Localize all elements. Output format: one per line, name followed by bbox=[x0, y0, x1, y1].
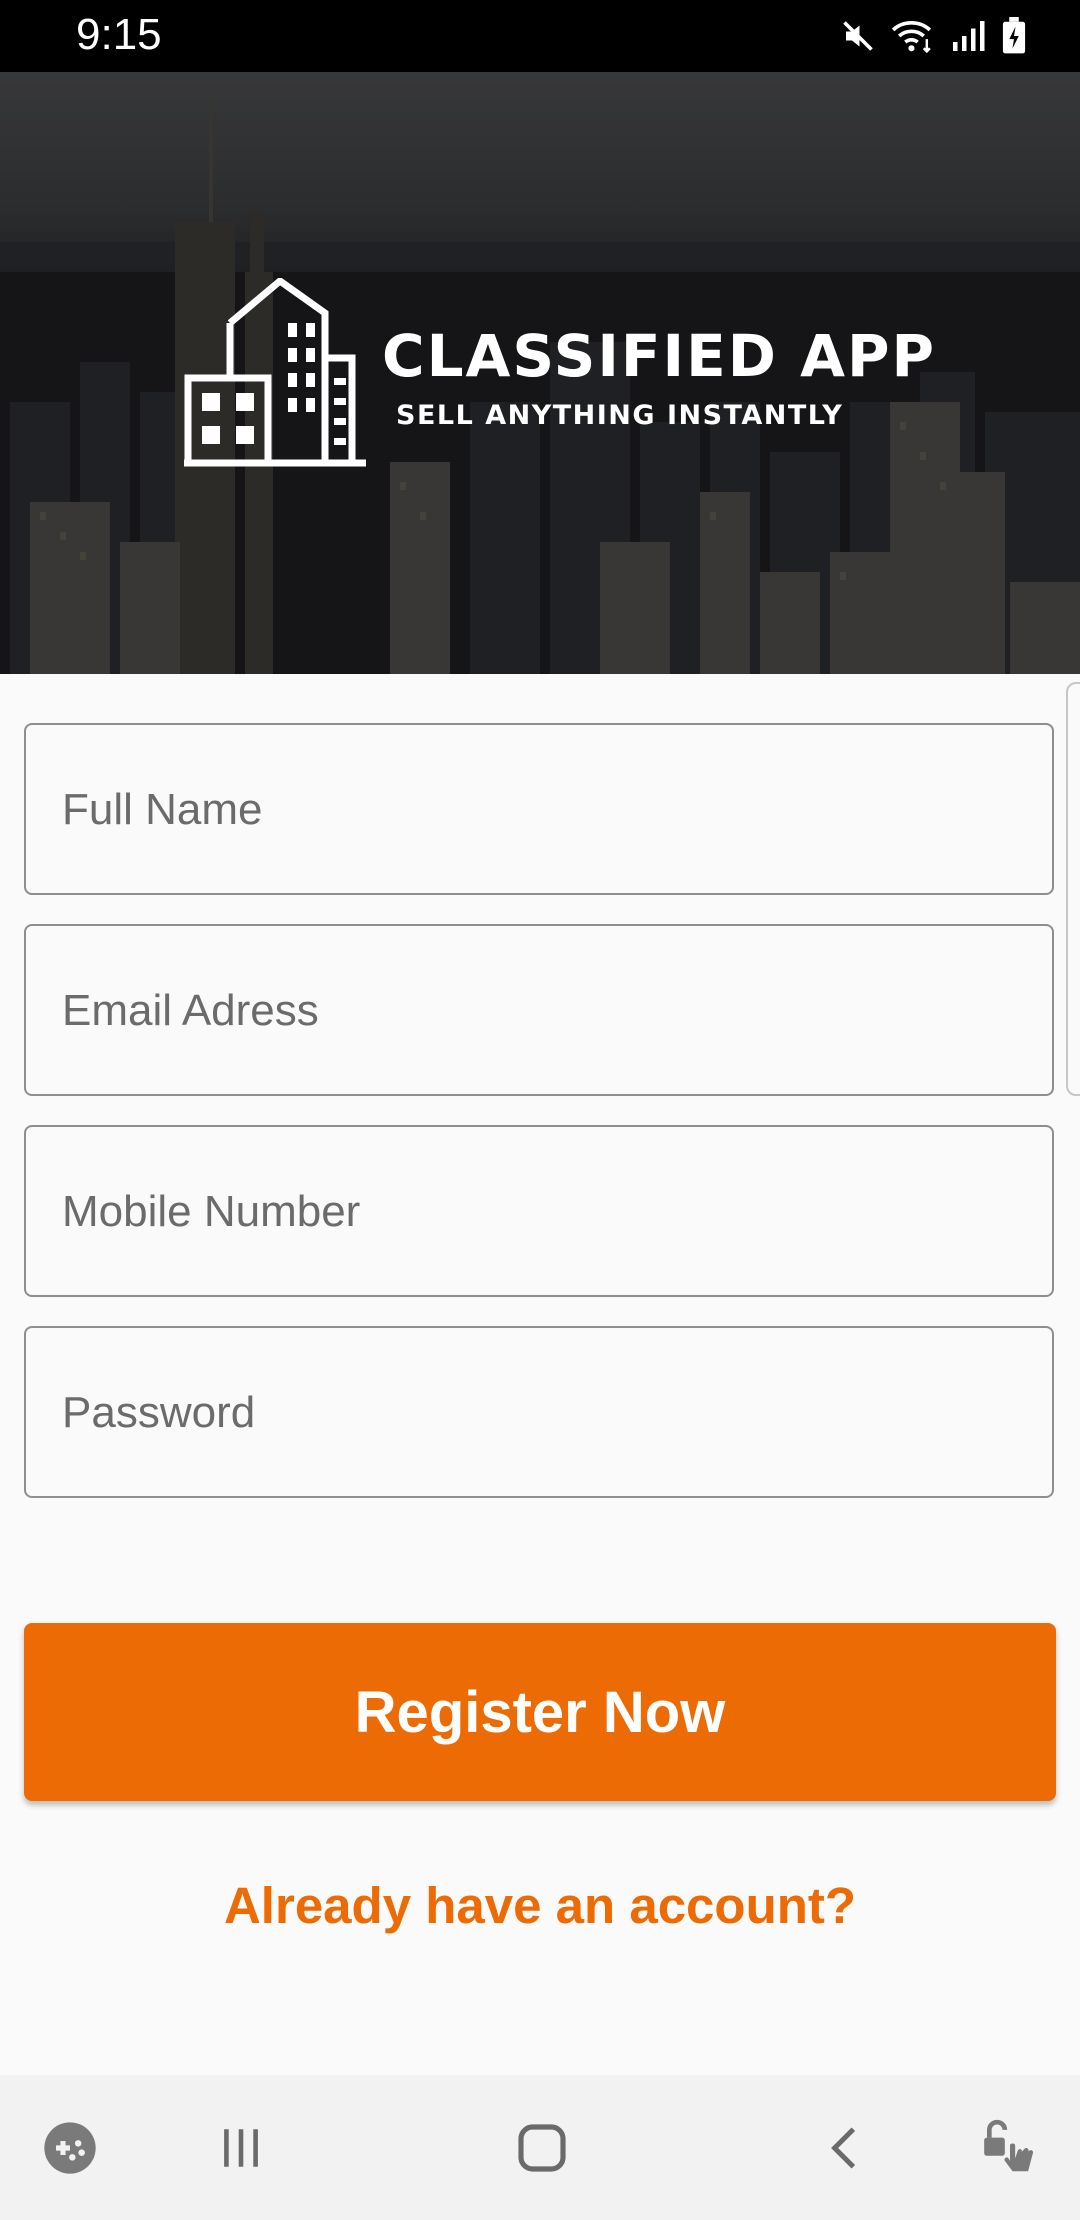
navigation-bar bbox=[0, 2075, 1080, 2220]
full-name-field[interactable] bbox=[24, 723, 1054, 895]
hero-banner: CLASSIFIED APP SELL ANYTHING INSTANTLY bbox=[0, 72, 1080, 674]
back-button[interactable] bbox=[800, 2103, 890, 2193]
back-icon bbox=[831, 2127, 856, 2169]
full-name-input[interactable] bbox=[60, 725, 1024, 895]
mute-icon bbox=[843, 21, 873, 51]
app-logo: CLASSIFIED APP SELL ANYTHING INSTANTLY bbox=[180, 278, 934, 538]
home-button[interactable] bbox=[497, 2103, 587, 2193]
register-button[interactable]: Register Now bbox=[24, 1623, 1056, 1801]
app-tagline: SELL ANYTHING INSTANTLY bbox=[396, 400, 844, 431]
already-have-account-link[interactable]: Already have an account? bbox=[0, 1876, 1080, 1935]
status-time: 9:15 bbox=[76, 10, 162, 59]
password-field[interactable] bbox=[24, 1326, 1054, 1498]
email-field[interactable] bbox=[24, 924, 1054, 1096]
app-title: CLASSIFIED APP bbox=[382, 322, 936, 390]
mobile-number-input[interactable] bbox=[60, 1127, 1024, 1297]
recents-icon bbox=[224, 2129, 258, 2167]
game-launcher-icon bbox=[44, 2122, 96, 2174]
password-input[interactable] bbox=[60, 1328, 1024, 1498]
buildings-icon bbox=[184, 278, 366, 467]
home-icon bbox=[518, 2124, 566, 2172]
recents-button[interactable] bbox=[196, 2103, 286, 2193]
mobile-number-field[interactable] bbox=[24, 1125, 1054, 1297]
side-panel-edge bbox=[1066, 682, 1080, 1096]
status-icons bbox=[840, 14, 1028, 58]
unlock-button[interactable] bbox=[965, 2103, 1055, 2193]
email-input[interactable] bbox=[60, 926, 1024, 1096]
wifi-icon bbox=[891, 21, 932, 54]
game-launcher-button[interactable] bbox=[25, 2103, 115, 2193]
battery-icon bbox=[1002, 17, 1026, 54]
signal-icon bbox=[953, 21, 985, 51]
unlock-icon bbox=[984, 2119, 1034, 2172]
status-bar: 9:15 bbox=[0, 0, 1080, 72]
